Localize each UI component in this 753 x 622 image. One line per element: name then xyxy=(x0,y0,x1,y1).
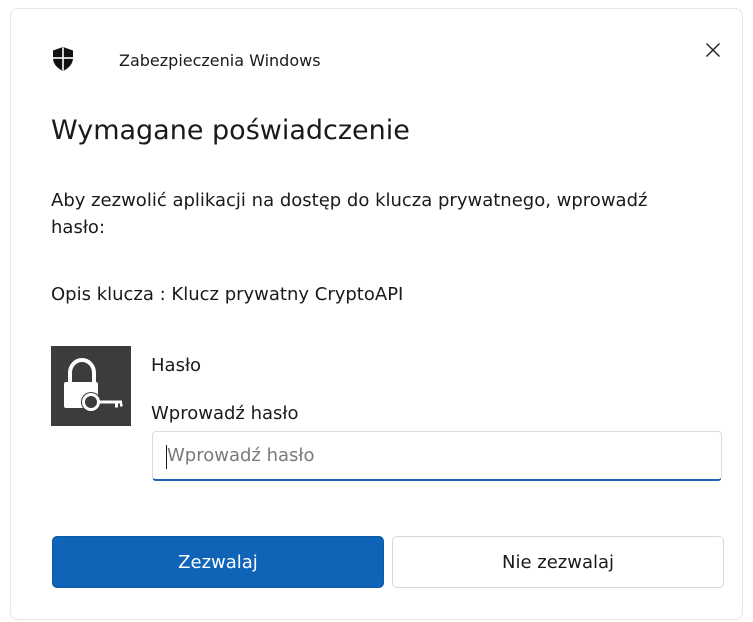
dialog-description: Aby zezwolić aplikacji na dostęp do kluc… xyxy=(51,190,648,238)
credential-dialog: Zabezpieczenia Windows Wymagane poświadc… xyxy=(10,8,743,620)
deny-button[interactable]: Nie zezwalaj xyxy=(392,536,724,588)
dialog-heading: Wymagane poświadczenie xyxy=(51,115,410,146)
credential-tile xyxy=(51,346,131,426)
credential-label: Hasło xyxy=(151,355,202,376)
allow-button[interactable]: Zezwalaj xyxy=(52,536,384,588)
text-cursor xyxy=(166,445,167,469)
close-button[interactable] xyxy=(698,35,728,65)
password-input[interactable] xyxy=(152,431,722,481)
key-description: Opis klucza : Klucz prywatny CryptoAPI xyxy=(51,284,404,305)
app-title: Zabezpieczenia Windows xyxy=(119,51,321,70)
lock-key-icon xyxy=(64,357,123,412)
windows-security-shield-icon xyxy=(53,47,73,71)
password-input-label: Wprowadź hasło xyxy=(151,403,299,424)
close-icon xyxy=(706,43,720,57)
